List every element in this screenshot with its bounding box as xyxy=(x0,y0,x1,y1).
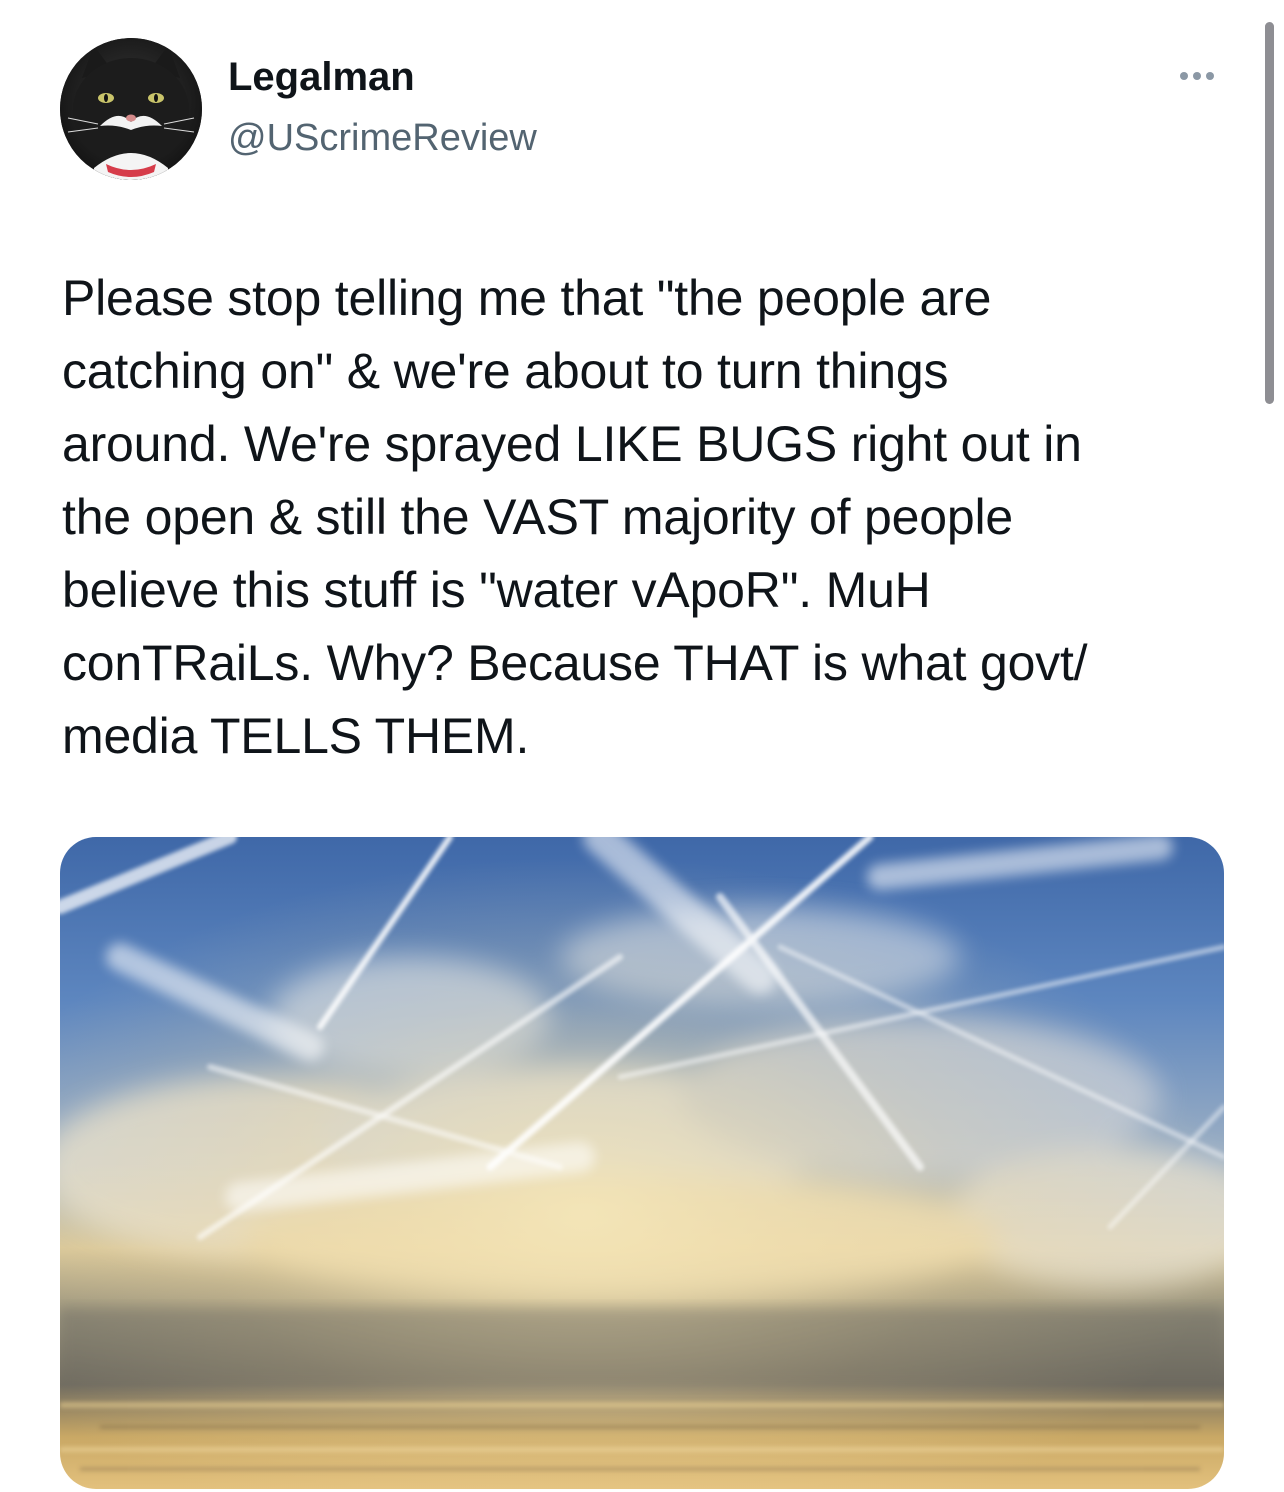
more-options-icon xyxy=(1180,72,1188,80)
tweet-text: Please stop telling me that "the people … xyxy=(62,270,1088,764)
tweet-card: Legalman @UScrimeReview Please stop tell… xyxy=(0,0,1284,1492)
sky-contrails-photo-icon xyxy=(60,837,1224,1489)
more-options-icon xyxy=(1193,72,1201,80)
more-options-button[interactable] xyxy=(1168,60,1226,92)
more-options-icon xyxy=(1206,72,1214,80)
tweet-media-image[interactable] xyxy=(60,837,1224,1489)
avatar[interactable] xyxy=(60,38,202,180)
user-handle[interactable]: @UScrimeReview xyxy=(228,114,537,162)
scrollbar[interactable] xyxy=(1265,22,1274,404)
display-name[interactable]: Legalman xyxy=(228,52,415,102)
tuxedo-cat-avatar-icon xyxy=(60,38,202,180)
